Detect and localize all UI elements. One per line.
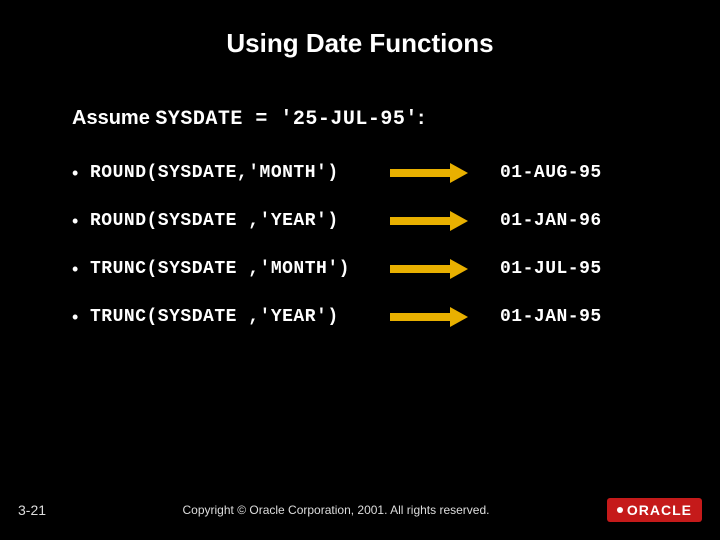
function-expression: ROUND(SYSDATE,'MONTH') <box>90 163 390 183</box>
copyright-text: Copyright © Oracle Corporation, 2001. Al… <box>72 503 600 517</box>
assume-line: Assume SYSDATE = '25-JUL-95': <box>72 107 720 131</box>
page-number: 3-21 <box>0 502 72 518</box>
function-rows: • ROUND(SYSDATE,'MONTH') 01-AUG-95 • ROU… <box>72 149 660 341</box>
slide-title: Using Date Functions <box>0 0 720 59</box>
oracle-logo: ORACLE <box>607 498 702 522</box>
function-row: • ROUND(SYSDATE ,'YEAR') 01-JAN-96 <box>72 197 660 245</box>
function-expression: TRUNC(SYSDATE ,'MONTH') <box>90 259 390 279</box>
function-row: • TRUNC(SYSDATE ,'YEAR') 01-JAN-95 <box>72 293 660 341</box>
bullet-icon: • <box>72 211 90 232</box>
arrow-icon <box>390 310 470 324</box>
arrow-icon <box>390 166 470 180</box>
arrow-icon <box>390 262 470 276</box>
arrow-cell <box>390 310 500 324</box>
slide: Using Date Functions Assume SYSDATE = '2… <box>0 0 720 540</box>
arrow-cell <box>390 214 500 228</box>
function-result: 01-JUL-95 <box>500 259 602 279</box>
arrow-icon <box>390 214 470 228</box>
arrow-cell <box>390 262 500 276</box>
arrow-cell <box>390 166 500 180</box>
logo-text: ORACLE <box>627 502 692 518</box>
function-result: 01-JAN-96 <box>500 211 602 231</box>
assume-label: Assume <box>72 107 155 129</box>
function-expression: TRUNC(SYSDATE ,'YEAR') <box>90 307 390 327</box>
logo-container: ORACLE <box>600 498 720 522</box>
footer: 3-21 Copyright © Oracle Corporation, 200… <box>0 498 720 522</box>
bullet-icon: • <box>72 259 90 280</box>
function-expression: ROUND(SYSDATE ,'YEAR') <box>90 211 390 231</box>
assume-expr: SYSDATE = '25-JUL-95' <box>155 108 418 131</box>
function-row: • ROUND(SYSDATE,'MONTH') 01-AUG-95 <box>72 149 660 197</box>
bullet-icon: • <box>72 307 90 328</box>
function-result: 01-JAN-95 <box>500 307 602 327</box>
bullet-icon: • <box>72 163 90 184</box>
function-row: • TRUNC(SYSDATE ,'MONTH') 01-JUL-95 <box>72 245 660 293</box>
assume-suffix: : <box>418 107 425 129</box>
function-result: 01-AUG-95 <box>500 163 602 183</box>
